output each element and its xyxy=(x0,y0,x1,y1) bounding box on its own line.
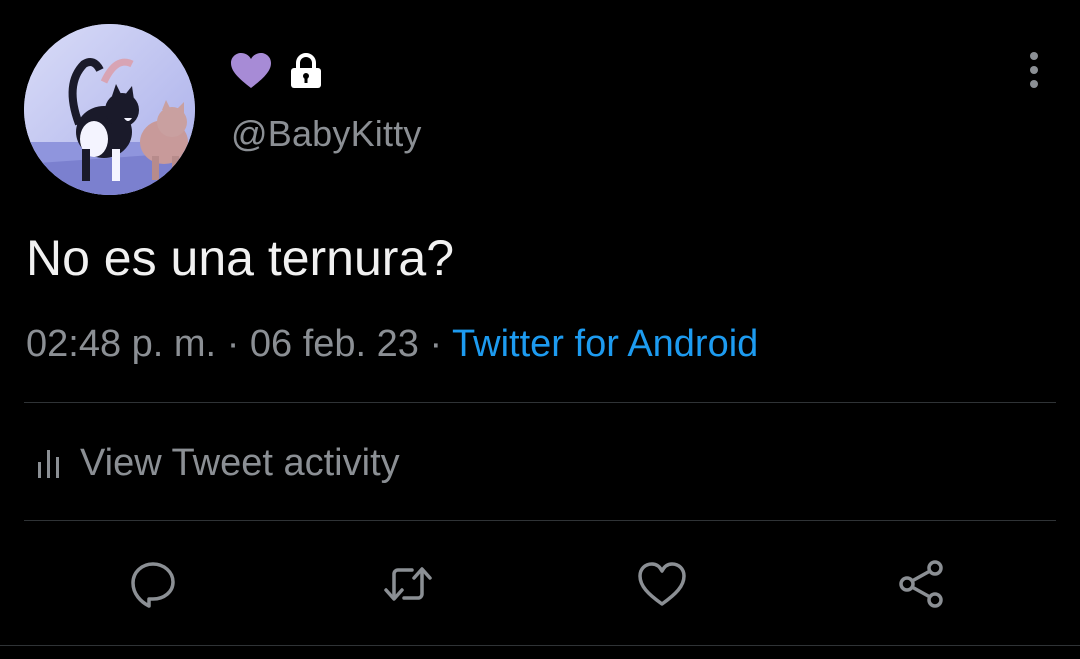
like-button[interactable] xyxy=(634,556,690,612)
retweet-icon xyxy=(384,567,432,601)
heart-icon xyxy=(638,562,686,606)
tweet-text: No es una ternura? xyxy=(26,230,455,286)
more-dot xyxy=(1030,66,1038,74)
reply-button[interactable] xyxy=(125,556,181,612)
divider xyxy=(24,402,1056,403)
divider xyxy=(24,520,1056,521)
share-button[interactable] xyxy=(893,556,949,612)
analytics-icon xyxy=(38,450,59,478)
view-tweet-activity-label: View Tweet activity xyxy=(80,442,400,484)
more-dot xyxy=(1030,52,1038,60)
share-icon xyxy=(899,560,943,608)
purple-heart-icon xyxy=(230,52,272,90)
display-name xyxy=(230,50,324,92)
more-options-icon[interactable] xyxy=(1014,48,1054,92)
reply-icon xyxy=(131,562,175,608)
user-handle[interactable]: @BabyKitty xyxy=(231,112,422,156)
more-dot xyxy=(1030,80,1038,88)
divider xyxy=(0,645,1080,646)
retweet-button[interactable] xyxy=(380,556,436,612)
tweet-date: 06 feb. 23 xyxy=(249,323,419,365)
view-tweet-activity-button[interactable]: View Tweet activity xyxy=(36,438,400,488)
tweet-source-link[interactable]: Twitter for Android xyxy=(452,323,758,365)
avatar-image xyxy=(24,24,195,195)
tweet-time: 02:48 p. m. xyxy=(26,323,217,365)
meta-separator: · xyxy=(429,323,443,365)
lock-icon xyxy=(288,53,324,89)
meta-separator: · xyxy=(226,323,240,365)
avatar[interactable] xyxy=(24,24,195,195)
tweet-meta: 02:48 p. m. · 06 feb. 23 · Twitter for A… xyxy=(26,320,758,368)
